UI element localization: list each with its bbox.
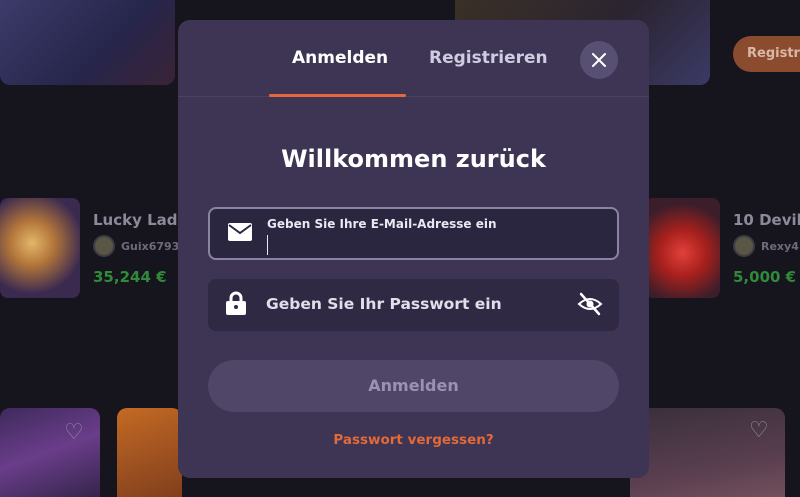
text-caret bbox=[267, 235, 268, 255]
close-icon bbox=[592, 53, 606, 67]
tab-login[interactable]: Anmelden bbox=[292, 48, 388, 68]
eye-slash-icon[interactable] bbox=[577, 291, 603, 321]
forgot-password-link[interactable]: Passwort vergessen? bbox=[178, 432, 649, 448]
win-amount: 35,244 € bbox=[93, 268, 167, 286]
game-title: 10 Devils bbox=[733, 211, 800, 229]
recent-win-card[interactable]: 10 Devils Rexy4 5,000 € bbox=[645, 198, 800, 298]
player-name: Rexy4 bbox=[761, 239, 799, 253]
email-field-label: Geben Sie Ihre E-Mail-Adresse ein bbox=[267, 217, 497, 231]
favorite-heart-icon[interactable]: ♡ bbox=[64, 420, 84, 445]
active-tab-indicator bbox=[269, 94, 406, 97]
game-tile[interactable] bbox=[0, 0, 175, 85]
player-name: Guix6793 bbox=[121, 239, 180, 253]
lock-icon bbox=[226, 291, 246, 319]
email-field[interactable]: Geben Sie Ihre E-Mail-Adresse ein bbox=[208, 207, 619, 260]
avatar bbox=[93, 235, 115, 257]
recent-win-card[interactable]: Lucky Lady Guix6793 35,244 € bbox=[0, 198, 187, 298]
password-field[interactable]: Geben Sie Ihr Passwort ein bbox=[208, 279, 619, 331]
player-info: Guix6793 bbox=[93, 235, 179, 257]
game-tile[interactable] bbox=[117, 408, 182, 497]
password-placeholder: Geben Sie Ihr Passwort ein bbox=[266, 295, 502, 313]
game-thumbnail bbox=[645, 198, 720, 298]
modal-heading: Willkommen zurück bbox=[281, 145, 546, 173]
game-thumbnail bbox=[0, 198, 80, 298]
close-button[interactable] bbox=[580, 41, 618, 79]
tab-register[interactable]: Registrieren bbox=[429, 48, 548, 68]
avatar bbox=[733, 235, 755, 257]
game-title: Lucky Lady bbox=[93, 211, 188, 229]
win-amount: 5,000 € bbox=[733, 268, 797, 286]
game-tile[interactable] bbox=[0, 408, 100, 497]
login-submit-button[interactable]: Anmelden bbox=[208, 360, 619, 412]
login-modal: Anmelden Registrieren Willkommen zurück … bbox=[178, 20, 649, 478]
background-register-button[interactable]: Registri bbox=[733, 36, 800, 72]
envelope-icon bbox=[228, 222, 252, 245]
auth-tabs: Anmelden Registrieren bbox=[178, 20, 649, 97]
favorite-heart-icon[interactable]: ♡ bbox=[749, 418, 769, 443]
player-info: Rexy4 bbox=[733, 235, 799, 257]
